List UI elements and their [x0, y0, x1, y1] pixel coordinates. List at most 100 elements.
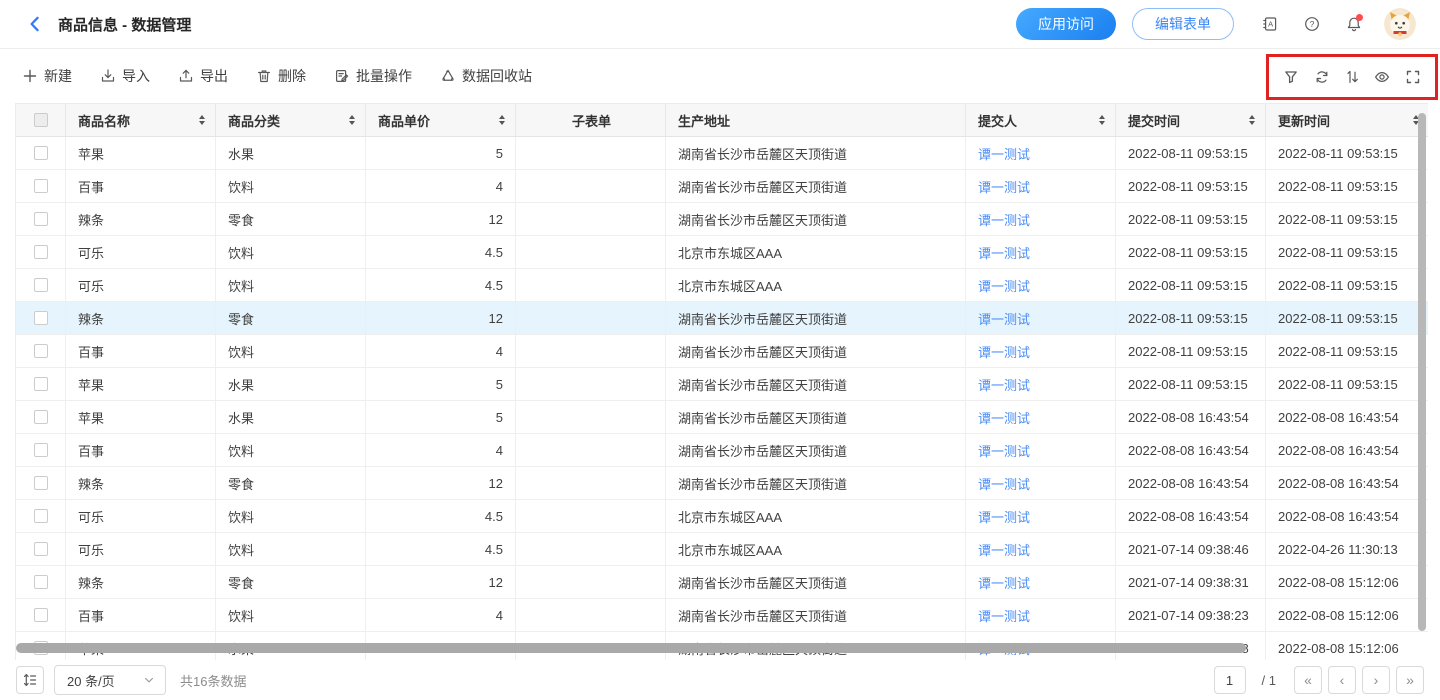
toolbar: 新建 导入 导出 删除 批量操作 数据回收站 [0, 49, 1440, 103]
cell-update_time: 2022-08-08 16:43:54 [1266, 434, 1428, 466]
submitter-link[interactable]: 谭一测试 [978, 177, 1030, 196]
refresh-icon [1314, 69, 1330, 85]
column-header-update_time: 更新时间 [1266, 104, 1428, 136]
row-checkbox[interactable] [34, 575, 48, 589]
app-access-button[interactable]: 应用访问 [1016, 8, 1116, 40]
cell-address: 湖南省长沙市岳麓区天顶街道 [666, 170, 966, 202]
cell-category: 水果 [216, 137, 366, 169]
submitter-link[interactable]: 谭一测试 [978, 243, 1030, 262]
submitter-link[interactable]: 谭一测试 [978, 375, 1030, 394]
column-visibility-button[interactable] [1374, 69, 1390, 85]
back-button[interactable] [26, 15, 44, 33]
sort-control-category[interactable] [343, 115, 355, 125]
toolbar-import-button[interactable]: 导入 [100, 66, 150, 86]
table-row: 百事饮料4湖南省长沙市岳麓区天顶街道谭一测试2021-07-14 09:38:2… [16, 599, 1428, 632]
cell-update_time: 2022-08-11 09:53:15 [1266, 236, 1428, 268]
row-checkbox[interactable] [34, 311, 48, 325]
cell-subform [516, 533, 666, 565]
cell-submitter: 谭一测试 [966, 368, 1116, 400]
row-checkbox[interactable] [34, 146, 48, 160]
row-checkbox[interactable] [34, 377, 48, 391]
row-checkbox[interactable] [34, 608, 48, 622]
edit-form-button[interactable]: 编辑表单 [1132, 8, 1234, 40]
row-checkbox[interactable] [34, 212, 48, 226]
submitter-link[interactable]: 谭一测试 [978, 342, 1030, 361]
submitter-link[interactable]: 谭一测试 [978, 540, 1030, 559]
horizontal-scrollbar[interactable] [16, 643, 1246, 653]
row-height-button[interactable] [16, 666, 44, 694]
cell-subform [516, 170, 666, 202]
submitter-link[interactable]: 谭一测试 [978, 144, 1030, 163]
toolbar-new-button[interactable]: 新建 [22, 66, 72, 86]
sort-control-name[interactable] [193, 115, 205, 125]
page-next-button[interactable]: › [1362, 666, 1390, 694]
filter-button[interactable] [1283, 69, 1299, 85]
toolbar-delete-button[interactable]: 删除 [256, 66, 306, 86]
cell-address: 北京市东城区AAA [666, 533, 966, 565]
submitter-link[interactable]: 谭一测试 [978, 573, 1030, 592]
cell-price: 4 [366, 434, 516, 466]
cell-subform [516, 401, 666, 433]
row-checkbox[interactable] [34, 509, 48, 523]
vertical-scrollbar[interactable] [1418, 113, 1426, 631]
page-number-input[interactable] [1214, 666, 1246, 694]
row-checkbox[interactable] [34, 278, 48, 292]
cell-submit_time: 2022-08-11 09:53:15 [1116, 302, 1266, 334]
cell-submitter: 谭一测试 [966, 137, 1116, 169]
cell-submitter: 谭一测试 [966, 434, 1116, 466]
page-first-button[interactable]: « [1294, 666, 1322, 694]
total-pages-label: / 1 [1262, 673, 1276, 688]
address-book-button[interactable]: A [1262, 16, 1278, 32]
submitter-link[interactable]: 谭一测试 [978, 276, 1030, 295]
toolbar-recycle-bin-button[interactable]: 数据回收站 [440, 66, 532, 86]
cell-price: 5 [366, 368, 516, 400]
row-checkbox[interactable] [34, 245, 48, 259]
page-last-button[interactable]: » [1396, 666, 1424, 694]
table-row: 苹果水果5湖南省长沙市岳麓区天顶街道谭一测试2022-08-08 16:43:5… [16, 401, 1428, 434]
cell-name: 百事 [66, 599, 216, 631]
submitter-link[interactable]: 谭一测试 [978, 441, 1030, 460]
submitter-link[interactable]: 谭一测试 [978, 606, 1030, 625]
sort-button[interactable] [1344, 69, 1360, 85]
page-prev-button[interactable]: ‹ [1328, 666, 1356, 694]
cell-update_time: 2022-04-26 11:30:13 [1266, 533, 1428, 565]
cell-checkbox [16, 566, 66, 598]
row-checkbox[interactable] [34, 443, 48, 457]
page-size-select[interactable]: 20 条/页 [54, 665, 166, 695]
cell-checkbox [16, 335, 66, 367]
cell-category: 零食 [216, 302, 366, 334]
submitter-link[interactable]: 谭一测试 [978, 408, 1030, 427]
cell-address: 湖南省长沙市岳麓区天顶街道 [666, 566, 966, 598]
cell-category: 饮料 [216, 434, 366, 466]
row-checkbox[interactable] [34, 179, 48, 193]
toolbar-recycle-bin-label: 数据回收站 [462, 66, 532, 86]
sort-control-submit_time[interactable] [1243, 115, 1255, 125]
cell-category: 水果 [216, 401, 366, 433]
submitter-link[interactable]: 谭一测试 [978, 309, 1030, 328]
toolbar-batch-ops-button[interactable]: 批量操作 [334, 66, 412, 86]
cell-submit_time: 2022-08-11 09:53:15 [1116, 269, 1266, 301]
row-checkbox[interactable] [34, 542, 48, 556]
select-all-checkbox[interactable] [34, 113, 48, 127]
batch-edit-icon [334, 68, 350, 84]
table-row: 可乐饮料4.5北京市东城区AAA谭一测试2022-08-11 09:53:152… [16, 236, 1428, 269]
submitter-link[interactable]: 谭一测试 [978, 507, 1030, 526]
fullscreen-button[interactable] [1405, 69, 1421, 85]
help-button[interactable]: ? [1304, 16, 1320, 32]
row-checkbox[interactable] [34, 344, 48, 358]
submitter-link[interactable]: 谭一测试 [978, 210, 1030, 229]
cell-submitter: 谭一测试 [966, 500, 1116, 532]
row-checkbox[interactable] [34, 476, 48, 490]
user-avatar[interactable] [1384, 8, 1416, 40]
cell-price: 5 [366, 137, 516, 169]
sort-control-price[interactable] [493, 115, 505, 125]
refresh-button[interactable] [1314, 69, 1330, 85]
sort-control-submitter[interactable] [1093, 115, 1105, 125]
toolbar-export-button[interactable]: 导出 [178, 66, 228, 86]
cell-address: 北京市东城区AAA [666, 269, 966, 301]
submitter-link[interactable]: 谭一测试 [978, 474, 1030, 493]
row-checkbox[interactable] [34, 410, 48, 424]
cell-submitter: 谭一测试 [966, 236, 1116, 268]
notifications-button[interactable] [1346, 16, 1362, 32]
cell-submitter: 谭一测试 [966, 401, 1116, 433]
